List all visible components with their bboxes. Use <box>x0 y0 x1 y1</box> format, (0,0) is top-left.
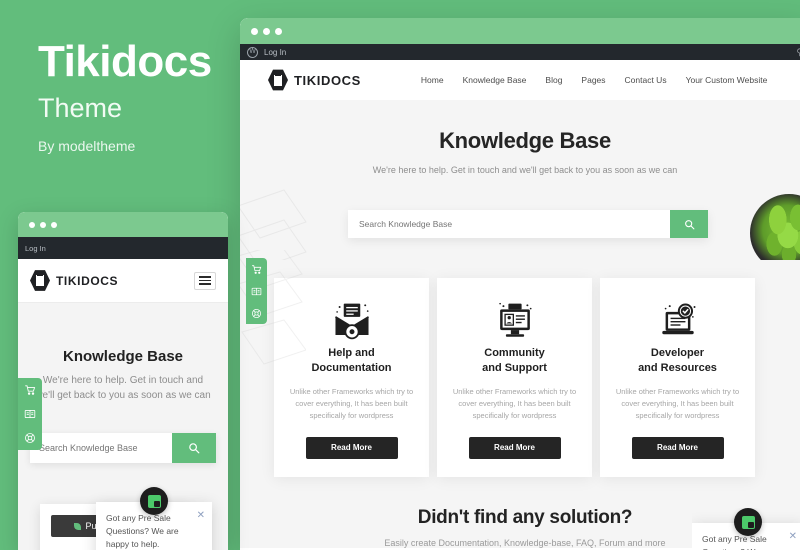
hexagon-document-icon <box>30 270 50 291</box>
nav-item-home[interactable]: Home <box>421 75 444 85</box>
chat-agent-icon[interactable] <box>140 487 168 515</box>
nav-item-your-custom-website[interactable]: Your Custom Website <box>686 75 768 85</box>
window-dot-minimize[interactable] <box>263 27 270 35</box>
chat-agent-icon[interactable] <box>734 508 762 536</box>
desktop-browser-mockup: Log In ⚲ TIKIDOCS Home Knowledge Base Bl… <box>240 18 800 550</box>
feature-card[interactable]: Developer and Resources Unlike other Fra… <box>600 278 755 477</box>
feature-card-text: Unlike other Frameworks which try to cov… <box>615 386 740 421</box>
promo-subtitle: Theme <box>38 93 123 123</box>
search-submit-button[interactable] <box>670 210 708 238</box>
screenshot-stage: Tikidocs Theme By modeltheme Log In ⚲ TI… <box>0 0 800 550</box>
admin-bar-login-link[interactable]: Log In <box>25 244 46 253</box>
read-more-button[interactable]: Read More <box>468 436 561 459</box>
feature-card-text: Unlike other Frameworks which try to cov… <box>289 386 414 421</box>
site-logo-text: TIKIDOCS <box>294 72 361 88</box>
search-input[interactable] <box>348 210 670 238</box>
book-icon[interactable] <box>251 286 262 297</box>
primary-nav: Home Knowledge Base Blog Pages Contact U… <box>421 73 800 87</box>
hero-section: Knowledge Base We're here to help. Get i… <box>240 100 800 260</box>
lifebuoy-support-icon[interactable] <box>251 308 262 319</box>
hero-subtitle: We're here to help. Get in touch and we'… <box>35 375 211 401</box>
promo-title: Tikidocs <box>38 37 212 86</box>
window-dot-close[interactable] <box>29 221 35 228</box>
feature-card-text: Unlike other Frameworks which try to cov… <box>452 386 577 421</box>
decorative-lineart-left <box>240 189 307 260</box>
promo-panel: Tikidocs Theme By modeltheme <box>38 40 238 154</box>
laptop-check-icon <box>614 298 741 344</box>
search-submit-button[interactable] <box>172 433 216 463</box>
hero-search-bar <box>30 433 216 463</box>
nav-item-pages[interactable]: Pages <box>581 75 605 85</box>
succulent-plant-photo <box>750 194 800 260</box>
window-dot-minimize[interactable] <box>40 221 46 228</box>
chat-widget: ✕ Got any Pre Sale Questions? We are hap… <box>96 487 212 550</box>
book-icon[interactable] <box>24 408 36 420</box>
nav-item-contact-us[interactable]: Contact Us <box>625 75 667 85</box>
feature-cards-list: Help and Documentation Unlike other Fram… <box>240 278 800 477</box>
window-dot-close[interactable] <box>251 27 258 35</box>
site-header: TIKIDOCS Home Knowledge Base Blog Pages … <box>240 60 800 100</box>
side-icon-rail <box>246 258 267 324</box>
feature-card-title-line1: Help and <box>328 347 375 359</box>
admin-bar-login-link[interactable]: Log In <box>264 48 286 57</box>
feature-card[interactable]: Help and Documentation Unlike other Fram… <box>274 278 429 477</box>
chat-message-text: Got any Pre Sale Questions? We are happy… <box>106 513 179 549</box>
feature-card-title: Help and Documentation <box>288 346 415 376</box>
hamburger-menu-icon[interactable] <box>194 271 216 290</box>
window-dot-maximize[interactable] <box>275 27 282 35</box>
site-logo-text: TIKIDOCS <box>56 273 119 288</box>
hero-subtitle: We're here to help. Get in touch and we'… <box>372 165 678 175</box>
close-icon[interactable]: ✕ <box>789 529 797 544</box>
nav-item-knowledge-base[interactable]: Knowledge Base <box>463 75 527 85</box>
hero-title: Knowledge Base <box>62 348 184 365</box>
mobile-wp-admin-bar: Log In <box>18 237 228 259</box>
feature-card-title-line2: and Resources <box>638 361 717 374</box>
hero-search-bar <box>348 210 708 238</box>
feature-card-title: Community and Support <box>451 346 578 376</box>
chat-message-text: Got any Pre Sale Questions? We are happy… <box>702 534 775 550</box>
search-icon[interactable]: ⚲ <box>796 47 800 58</box>
nav-item-blog[interactable]: Blog <box>545 75 562 85</box>
feature-cards-section: Help and Documentation Unlike other Fram… <box>240 250 800 503</box>
hexagon-document-icon <box>268 69 288 91</box>
search-icon <box>189 443 200 454</box>
search-icon <box>684 219 694 229</box>
wp-admin-bar: Log In ⚲ <box>240 44 800 60</box>
close-icon[interactable]: ✕ <box>197 508 205 523</box>
feature-card[interactable]: Community and Support Unlike other Frame… <box>437 278 592 477</box>
window-dot-maximize[interactable] <box>51 221 57 228</box>
site-logo[interactable]: TIKIDOCS <box>268 69 361 91</box>
search-input[interactable] <box>30 433 172 463</box>
shopping-cart-icon[interactable] <box>251 264 262 275</box>
mobile-site-header: TIKIDOCS <box>18 259 228 303</box>
desktop-window-titlebar <box>240 18 800 44</box>
chat-widget: ✕ Got any Pre Sale Questions? We are hap… <box>692 508 800 550</box>
monitor-id-card-icon <box>451 298 578 344</box>
feature-card-title: Developer and Resources <box>614 346 741 376</box>
site-logo[interactable]: TIKIDOCS <box>30 270 118 292</box>
feature-card-title-line1: Community <box>484 347 545 359</box>
lifebuoy-support-icon[interactable] <box>24 432 36 444</box>
promo-author: By modeltheme <box>38 137 136 154</box>
side-icon-rail <box>18 378 42 450</box>
read-more-button[interactable]: Read More <box>305 436 398 459</box>
feature-card-title-line2: and Support <box>482 361 547 374</box>
mobile-window-titlebar <box>18 212 228 237</box>
wordpress-icon[interactable] <box>247 46 258 58</box>
feature-card-title-line2: Documentation <box>311 361 392 374</box>
envelope-document-gear-icon <box>288 298 415 344</box>
feature-card-title-line1: Developer <box>650 347 705 359</box>
hero-title: Knowledge Base <box>439 128 611 153</box>
read-more-button[interactable]: Read More <box>631 436 724 459</box>
shopping-cart-icon[interactable] <box>24 384 36 396</box>
leaf-icon <box>74 522 82 530</box>
